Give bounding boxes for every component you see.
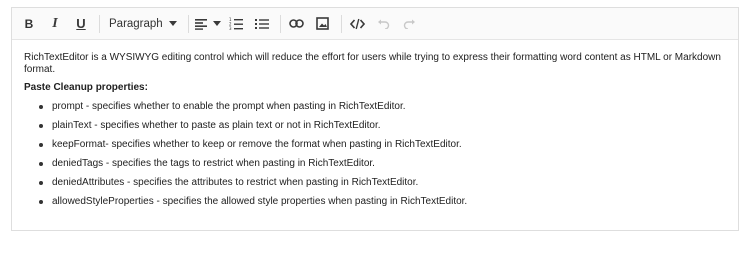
properties-list: prompt - specifies whether to enable the… [24, 101, 726, 215]
italic-icon: I [52, 15, 58, 31]
source-code-button[interactable] [347, 12, 369, 36]
intro-paragraph: RichTextEditor is a WYSIWYG editing cont… [24, 52, 721, 75]
list-item: prompt - specifies whether to enable the… [39, 101, 726, 120]
underline-button[interactable]: U [70, 12, 92, 36]
toolbar-separator [99, 14, 100, 33]
chevron-down-icon [212, 21, 221, 26]
undo-button[interactable] [373, 12, 395, 36]
editor-toolbar: B I U Paragraph 1 2 3 [12, 8, 738, 40]
link-icon [289, 19, 305, 28]
underline-icon: U [76, 16, 86, 31]
format-dropdown[interactable]: Paragraph [105, 12, 181, 36]
chevron-down-icon [168, 21, 177, 26]
redo-icon [404, 19, 416, 29]
toolbar-separator [187, 14, 189, 33]
bold-button[interactable]: B [18, 12, 40, 36]
italic-button[interactable]: I [44, 12, 66, 36]
svg-text:3: 3 [229, 26, 232, 30]
unordered-list-icon [254, 18, 269, 29]
format-dropdown-label: Paragraph [109, 17, 163, 30]
ordered-list-button[interactable]: 1 2 3 [225, 12, 247, 36]
undo-icon [378, 19, 390, 29]
list-item: plainText - specifies whether to paste a… [39, 120, 726, 139]
toolbar-separator [279, 14, 281, 33]
content-heading: Paste Cleanup properties: [24, 82, 148, 93]
link-button[interactable] [286, 12, 308, 36]
alignment-dropdown[interactable] [194, 12, 221, 36]
unordered-list-button[interactable] [251, 12, 273, 36]
source-code-icon [350, 18, 366, 29]
list-item: keepFormat- specifies whether to keep or… [39, 139, 726, 158]
toolbar-separator [340, 14, 342, 33]
bold-icon: B [24, 16, 34, 31]
rich-text-editor: B I U Paragraph 1 2 3 RichTextEditor is … [11, 7, 739, 231]
ordered-list-icon: 1 2 3 [229, 17, 243, 30]
editor-content[interactable]: RichTextEditor is a WYSIWYG editing cont… [12, 40, 738, 215]
align-left-icon [194, 18, 207, 30]
list-item: deniedAttributes - specifies the attribu… [39, 177, 726, 196]
list-item: deniedTags - specifies the tags to restr… [39, 158, 726, 177]
image-button[interactable] [312, 12, 334, 36]
list-item: allowedStyleProperties - specifies the a… [39, 196, 726, 215]
redo-button[interactable] [399, 12, 421, 36]
image-icon [316, 17, 330, 30]
